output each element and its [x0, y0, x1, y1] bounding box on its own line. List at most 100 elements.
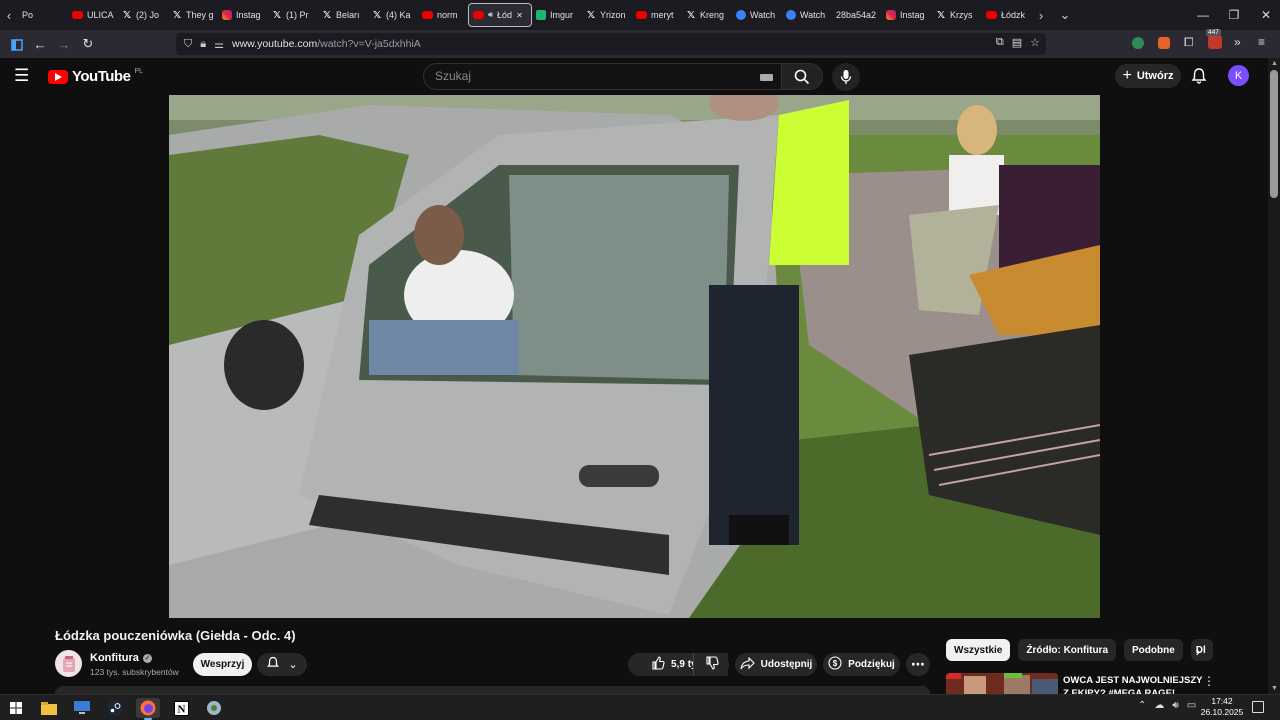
extensions-puzzle-icon[interactable]: ⧠: [1184, 35, 1194, 50]
start-windows-icon[interactable]: [4, 698, 28, 718]
recommendation-title[interactable]: OWCA JEST NAJWOLNIEJSZY Z EKIPY? #MEGA R…: [1063, 674, 1203, 694]
browser-tab[interactable]: Imgur: [532, 3, 582, 27]
thanks-button[interactable]: $ Podziękuj: [823, 653, 900, 676]
browser-tab[interactable]: Instag: [882, 3, 932, 27]
channel-name[interactable]: Konfitura ✓: [90, 652, 152, 664]
network-icon[interactable]: ▭: [1187, 700, 1196, 711]
browser-tab[interactable]: Po: [18, 3, 68, 27]
remote-desktop-icon[interactable]: [70, 698, 94, 718]
scrollbar-thumb[interactable]: [1270, 70, 1278, 198]
browser-tab[interactable]: ULICA: [68, 3, 118, 27]
account-avatar[interactable]: K: [1228, 65, 1249, 86]
chip-related[interactable]: Podobne: [1124, 639, 1183, 661]
overflow-chevrons-icon[interactable]: »: [1234, 35, 1241, 49]
clock[interactable]: 17:42 26.10.2025: [1200, 696, 1244, 718]
support-button[interactable]: Wesprzyj: [193, 653, 252, 676]
forward-icon[interactable]: →: [52, 32, 76, 56]
onedrive-cloud-icon[interactable]: ☁: [1154, 700, 1164, 711]
tab-title: Yrizon: [600, 10, 626, 20]
browser-tab[interactable]: 𝕏 Beları: [318, 3, 368, 27]
browser-tab[interactable]: 𝕏 They g: [168, 3, 218, 27]
create-button[interactable]: + Utwórz: [1115, 64, 1181, 88]
file-explorer-icon[interactable]: [37, 698, 61, 718]
chips-next-icon[interactable]: ›: [1188, 641, 1208, 661]
browser-tab[interactable]: 𝕏 (2) Jo: [118, 3, 168, 27]
reader-view-icon[interactable]: ▤: [1012, 36, 1022, 49]
tab-title: Krzys: [950, 10, 973, 20]
dislike-button[interactable]: [693, 653, 729, 676]
reload-icon[interactable]: ↻: [76, 32, 100, 56]
x-favicon-icon: 𝕏: [936, 9, 946, 21]
ublock-icon[interactable]: 447: [1206, 29, 1222, 49]
picture-in-picture-icon[interactable]: ⧉: [996, 36, 1004, 49]
close-tab-icon[interactable]: ✕: [516, 11, 523, 20]
x-favicon-icon: 𝕏: [272, 9, 282, 21]
video-player[interactable]: [169, 95, 1100, 618]
description-box[interactable]: [55, 686, 930, 694]
app-globe-icon[interactable]: [202, 698, 226, 718]
svg-text:$: $: [833, 659, 838, 668]
more-horizontal-icon: ⋯: [911, 656, 925, 672]
notifications-button[interactable]: [1190, 67, 1208, 85]
browser-tab[interactable]: 𝕏 Kreng: [682, 3, 732, 27]
minimize-icon[interactable]: —: [1187, 0, 1219, 30]
scroll-down-icon[interactable]: ▼: [1271, 685, 1278, 692]
permissions-icon[interactable]: ⚌: [214, 38, 224, 51]
edge-favicon-icon: [736, 10, 746, 20]
share-button[interactable]: Udostępnij: [735, 653, 817, 676]
recommendation-thumbnail[interactable]: [946, 673, 1058, 694]
bookmark-star-icon[interactable]: ☆: [1030, 36, 1040, 49]
youtube-logo[interactable]: YouTube PL: [48, 68, 143, 85]
tab-list-dropdown-icon[interactable]: ⌄: [1056, 0, 1074, 30]
extension-fox-icon[interactable]: [1158, 37, 1170, 49]
browser-tab[interactable]: 🔊︎ Łód ✕: [468, 3, 532, 27]
back-icon[interactable]: ←: [28, 32, 52, 56]
app-menu-icon[interactable]: ≡: [1258, 35, 1265, 49]
chip-from-channel[interactable]: Źródło: Konfitura: [1018, 639, 1117, 661]
sidebar-toggle-icon[interactable]: [5, 32, 29, 56]
tracking-shield-icon[interactable]: ⛉: [184, 38, 192, 51]
tab-title: Beları: [336, 10, 360, 20]
guide-menu-icon[interactable]: ☰: [14, 66, 34, 86]
search-input[interactable]: Szukaj: [423, 63, 787, 90]
more-actions-button[interactable]: ⋯: [906, 653, 930, 676]
page-scrollbar[interactable]: ▲ ▼: [1268, 58, 1280, 694]
notification-center-icon[interactable]: [1252, 701, 1264, 713]
recommendation-menu-icon[interactable]: ⋮: [1203, 674, 1215, 688]
subscription-notifications-button[interactable]: ⌄: [257, 653, 307, 676]
channel-avatar[interactable]: [55, 650, 82, 677]
browser-tab[interactable]: norm: [418, 3, 468, 27]
browser-tab[interactable]: Watch: [732, 3, 782, 27]
tab-title: Łódzk: [1001, 10, 1026, 20]
lock-icon[interactable]: 🔒︎: [200, 38, 206, 51]
browser-tab[interactable]: 𝕏 (1) Pr: [268, 3, 318, 27]
voice-search-button[interactable]: [832, 63, 860, 91]
steam-icon[interactable]: [103, 698, 127, 718]
keyboard-icon[interactable]: [760, 74, 773, 81]
browser-tab[interactable]: Instag: [218, 3, 268, 27]
browser-tab[interactable]: 28ba54a2: [832, 3, 882, 27]
chip-all[interactable]: Wszystkie: [946, 639, 1011, 661]
browser-tab[interactable]: 𝕏 Krzys: [932, 3, 982, 27]
tab-audio-icon[interactable]: 🔊︎: [488, 10, 493, 20]
address-bar[interactable]: ⛉ 🔒︎ ⚌ www.youtube.com/watch?v=V-ja5dxhh…: [176, 33, 1046, 55]
x-favicon-icon: 𝕏: [322, 9, 332, 21]
browser-tab[interactable]: 𝕏 (4) Ka: [368, 3, 418, 27]
browser-tab[interactable]: Watch: [782, 3, 832, 27]
restore-icon[interactable]: ❐: [1218, 0, 1250, 30]
scroll-up-icon[interactable]: ▲: [1271, 60, 1278, 67]
youtube-favicon-icon: [72, 11, 83, 19]
tab-scroll-right-icon[interactable]: ›: [1032, 0, 1050, 30]
browser-tab[interactable]: meryt: [632, 3, 682, 27]
firefox-icon[interactable]: [136, 698, 160, 720]
notion-icon[interactable]: N: [169, 698, 193, 718]
volume-icon[interactable]: 🔊︎: [1172, 700, 1178, 711]
browser-tab[interactable]: Łódzk: [982, 3, 1032, 27]
search-button[interactable]: [781, 63, 823, 90]
tray-overflow-icon[interactable]: ⌃: [1138, 700, 1146, 711]
extension-vpn-icon[interactable]: [1132, 37, 1144, 49]
tab-scroll-left-icon[interactable]: ‹: [0, 0, 18, 30]
tab-title: They g: [186, 10, 214, 20]
close-window-icon[interactable]: ✕: [1250, 0, 1280, 30]
browser-tab[interactable]: 𝕏 Yrizon: [582, 3, 632, 27]
